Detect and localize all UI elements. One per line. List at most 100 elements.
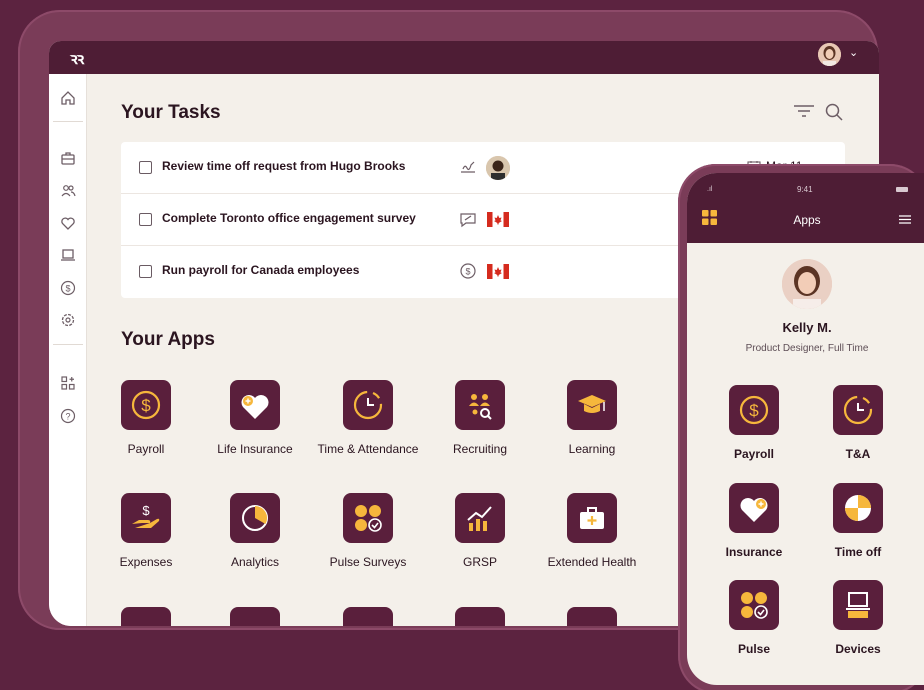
sidebar: $ ? xyxy=(49,74,87,626)
task-checkbox[interactable] xyxy=(139,265,152,278)
apps-add-icon[interactable] xyxy=(60,375,76,391)
app-label: Analytics xyxy=(230,555,280,569)
phone-app-devices[interactable]: Devices xyxy=(803,580,913,656)
app-tile-partial[interactable] xyxy=(455,607,505,626)
devices-icon xyxy=(833,580,883,630)
dollar-icon[interactable]: $ xyxy=(60,280,76,296)
app-extended-health[interactable]: Extended Health xyxy=(532,493,652,569)
svg-text:?: ? xyxy=(65,412,70,422)
app-payroll[interactable]: $ Payroll xyxy=(86,380,206,456)
people-icon[interactable] xyxy=(60,183,76,199)
laptop-icon[interactable] xyxy=(60,247,76,263)
phone-screen: .ıl 9:41 Apps Kelly M. Product Designer,… xyxy=(687,173,924,685)
grad-cap-icon xyxy=(567,380,617,430)
phone-app-ta[interactable]: T&A xyxy=(803,385,913,461)
signature-icon xyxy=(461,161,475,173)
search-icon[interactable] xyxy=(825,103,843,121)
employee-avatar xyxy=(486,156,510,180)
profile-role: Product Designer, Full Time xyxy=(745,343,869,354)
svg-text:$: $ xyxy=(141,396,151,415)
app-label: Expenses xyxy=(119,555,173,569)
phone-title: Apps xyxy=(793,213,821,227)
app-pulse-surveys[interactable]: Pulse Surveys xyxy=(308,493,428,569)
account-menu-chevron-icon[interactable]: ⌄ xyxy=(849,46,858,59)
svg-text:$: $ xyxy=(465,267,470,277)
phone-app-time-off[interactable]: Time off xyxy=(803,483,913,559)
svg-text:$: $ xyxy=(65,284,70,294)
help-icon[interactable]: ? xyxy=(60,408,76,424)
sidebar-divider xyxy=(53,121,83,122)
clock-icon xyxy=(343,380,393,430)
app-tile-partial[interactable] xyxy=(567,607,617,626)
sidebar-divider xyxy=(53,344,83,345)
heart-plus-icon xyxy=(230,380,280,430)
app-label: Recruiting xyxy=(452,442,508,456)
canada-flag-icon xyxy=(487,212,509,227)
smiley-grid-icon xyxy=(343,493,393,543)
app-learning[interactable]: Learning xyxy=(532,380,652,456)
app-label: Time & Attendance xyxy=(317,442,419,456)
app-label: Devices xyxy=(835,642,881,656)
task-text: Run payroll for Canada employees xyxy=(162,263,360,277)
app-life-insurance[interactable]: Life Insurance xyxy=(195,380,315,456)
app-tile-partial[interactable] xyxy=(343,607,393,626)
logo[interactable]: ꝛꝛ xyxy=(70,47,84,69)
people-search-icon xyxy=(455,380,505,430)
app-analytics[interactable]: Analytics xyxy=(195,493,315,569)
briefcase-icon[interactable] xyxy=(60,150,76,166)
profile-avatar xyxy=(782,259,832,309)
app-label: Insurance xyxy=(725,545,783,559)
hand-dollar-icon: $ xyxy=(121,493,171,543)
heart-icon[interactable] xyxy=(60,215,76,231)
app-recruiting[interactable]: Recruiting xyxy=(420,380,540,456)
tasks-title: Your Tasks xyxy=(121,102,221,123)
app-label: GRSP xyxy=(462,555,497,569)
home-icon[interactable] xyxy=(60,90,76,106)
svg-text:$: $ xyxy=(142,503,150,518)
pie-icon xyxy=(230,493,280,543)
app-tile-partial[interactable] xyxy=(121,607,171,626)
app-label: Pulse xyxy=(737,642,770,656)
signal-icon: .ıl xyxy=(707,186,713,193)
phone-app-payroll[interactable]: $ Payroll xyxy=(699,385,809,461)
canada-flag-icon xyxy=(487,264,509,279)
top-bar: ꝛꝛ ⌄ xyxy=(49,41,879,74)
app-label: Extended Health xyxy=(547,555,637,569)
svg-text:$: $ xyxy=(749,401,759,420)
dollar-icon: $ xyxy=(729,385,779,435)
app-label: Time off xyxy=(834,545,882,559)
battery-icon xyxy=(896,187,908,192)
survey-icon xyxy=(460,213,476,228)
phone-header: .ıl 9:41 Apps xyxy=(687,173,924,243)
status-time: 9:41 xyxy=(797,185,813,194)
phone-device: .ıl 9:41 Apps Kelly M. Product Designer,… xyxy=(678,164,924,690)
app-grsp[interactable]: GRSP xyxy=(420,493,540,569)
clock-icon xyxy=(833,385,883,435)
phone-app-insurance[interactable]: Insurance xyxy=(699,483,809,559)
heart-plus-icon xyxy=(729,483,779,533)
task-text: Complete Toronto office engagement surve… xyxy=(162,211,416,225)
task-checkbox[interactable] xyxy=(139,213,152,226)
apps-title: Your Apps xyxy=(121,329,215,350)
phone-app-pulse[interactable]: Pulse xyxy=(699,580,809,656)
app-label: Payroll xyxy=(733,447,775,461)
app-expenses[interactable]: $ Expenses xyxy=(86,493,206,569)
task-text: Review time off request from Hugo Brooks xyxy=(162,159,406,173)
medical-kit-icon xyxy=(567,493,617,543)
app-label: Pulse Surveys xyxy=(329,555,407,569)
dollar-icon: $ xyxy=(460,263,476,279)
user-avatar[interactable] xyxy=(818,43,841,66)
filter-icon[interactable] xyxy=(793,104,815,118)
profile-name: Kelly M. xyxy=(782,320,832,335)
app-label: Life Insurance xyxy=(217,442,293,456)
dollar-icon: $ xyxy=(121,380,171,430)
app-label: Payroll xyxy=(127,442,165,456)
menu-icon[interactable] xyxy=(899,215,911,224)
settings-icon[interactable] xyxy=(60,312,76,328)
beach-ball-icon xyxy=(833,483,883,533)
app-time-attendance[interactable]: Time & Attendance xyxy=(308,380,428,456)
task-checkbox[interactable] xyxy=(139,161,152,174)
app-label: Learning xyxy=(568,442,616,456)
app-tile-partial[interactable] xyxy=(230,607,280,626)
smiley-grid-icon xyxy=(729,580,779,630)
